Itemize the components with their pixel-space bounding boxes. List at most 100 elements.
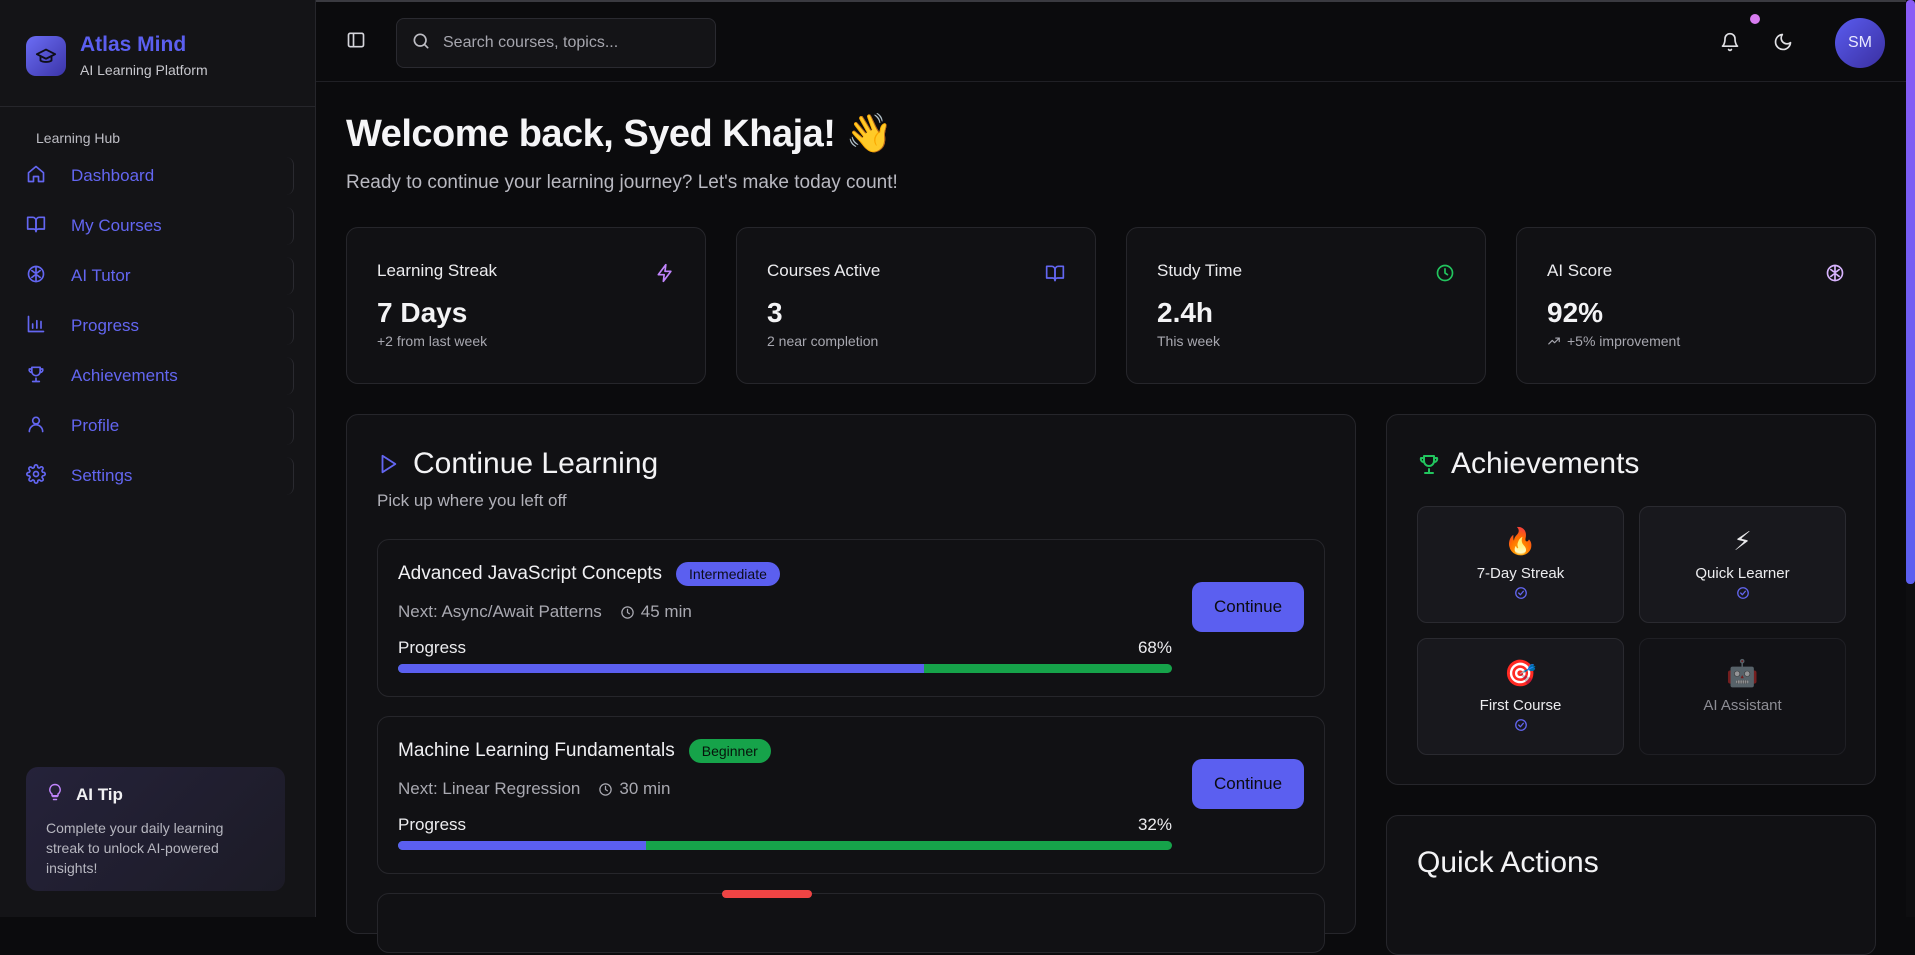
course-card[interactable]: Machine Learning Fundamentals Beginner N… bbox=[377, 716, 1325, 874]
scrollbar-thumb[interactable] bbox=[1906, 0, 1915, 584]
page-title: Welcome back, Syed Khaja! 👋 bbox=[346, 113, 893, 155]
avatar[interactable]: SM bbox=[1835, 18, 1885, 68]
sidebar-nav: Dashboard My Courses AI Tutor Progress A… bbox=[0, 155, 316, 505]
clock-icon bbox=[1435, 263, 1455, 288]
stat-card-learning-streak: Learning Streak 7 Days +2 from last week bbox=[346, 227, 706, 384]
check-circle-icon bbox=[1514, 586, 1528, 605]
graduation-cap-icon bbox=[26, 36, 66, 76]
stat-note-text: +5% improvement bbox=[1567, 333, 1681, 349]
continue-button[interactable]: Continue bbox=[1192, 759, 1304, 809]
course-next-lesson: Next: Linear Regression bbox=[398, 779, 581, 798]
trophy-icon bbox=[1417, 452, 1441, 476]
sidebar-item-achievements[interactable]: Achievements bbox=[0, 355, 316, 397]
sidebar-item-ai-tutor[interactable]: AI Tutor bbox=[0, 255, 316, 297]
stat-label: Learning Streak bbox=[377, 261, 498, 280]
continue-learning-subtitle: Pick up where you left off bbox=[377, 491, 567, 510]
achievement-label: Quick Learner bbox=[1695, 565, 1790, 582]
stat-note: +5% improvement bbox=[1547, 333, 1845, 349]
stat-label: Study Time bbox=[1157, 261, 1243, 280]
clock-icon bbox=[598, 782, 613, 797]
stat-note: This week bbox=[1157, 333, 1221, 349]
stat-note: +2 from last week bbox=[377, 333, 488, 349]
course-next-lesson: Next: Async/Await Patterns bbox=[398, 602, 602, 621]
stat-value: 2.4h bbox=[1157, 297, 1214, 328]
course-name: Advanced JavaScript Concepts bbox=[398, 563, 663, 584]
stat-label: AI Score bbox=[1547, 261, 1613, 280]
achievements-title: Achievements bbox=[1451, 447, 1640, 480]
stat-value: 92% bbox=[1547, 297, 1604, 328]
lightbulb-icon bbox=[46, 783, 76, 806]
achievement-label: First Course bbox=[1479, 697, 1562, 714]
stat-card-ai-score: AI Score 92% +5% improvement bbox=[1516, 227, 1876, 384]
achievement-first-course[interactable]: 🎯 First Course bbox=[1417, 638, 1624, 755]
course-duration: 45 min bbox=[640, 602, 692, 621]
quick-actions-title: Quick Actions bbox=[1417, 846, 1599, 879]
progress-label: Progress bbox=[398, 638, 467, 657]
sidebar-item-my-courses[interactable]: My Courses bbox=[0, 205, 316, 247]
brand-title: Atlas Mind bbox=[80, 33, 187, 56]
stat-value: 7 Days bbox=[377, 297, 468, 328]
ai-tip-body: Complete your daily learning streak to u… bbox=[46, 820, 224, 876]
achievement-label: AI Assistant bbox=[1703, 697, 1782, 714]
achievement-label: 7-Day Streak bbox=[1476, 565, 1565, 582]
sidebar-item-profile[interactable]: Profile bbox=[0, 405, 316, 447]
course-duration: 30 min bbox=[619, 779, 671, 798]
achievement-7-day-streak[interactable]: 🔥 7-Day Streak bbox=[1417, 506, 1624, 623]
progress-bar bbox=[398, 841, 1172, 850]
sidebar-toggle-icon[interactable] bbox=[346, 30, 366, 55]
brain-icon bbox=[1825, 263, 1845, 288]
level-badge: Intermediate bbox=[676, 562, 780, 586]
stat-card-courses-active: Courses Active 3 2 near completion bbox=[736, 227, 1096, 384]
page-subtitle: Ready to continue your learning journey?… bbox=[346, 172, 898, 193]
trending-up-icon bbox=[1547, 334, 1561, 348]
sidebar-divider bbox=[0, 106, 316, 107]
check-circle-icon bbox=[1736, 586, 1750, 605]
progress-bar-fill bbox=[398, 664, 925, 673]
quick-actions-panel: Quick Actions bbox=[1386, 815, 1876, 955]
check-circle-icon bbox=[1514, 718, 1528, 737]
stat-card-study-time: Study Time 2.4h This week bbox=[1126, 227, 1486, 384]
target-icon: 🎯 bbox=[1504, 658, 1537, 688]
stat-note: 2 near completion bbox=[767, 333, 879, 349]
progress-bar-fill bbox=[398, 841, 646, 850]
level-badge: Beginner bbox=[688, 739, 771, 763]
achievements-panel: Achievements 🔥 7-Day Streak ⚡ Quick Lear… bbox=[1386, 414, 1876, 785]
achievement-quick-learner[interactable]: ⚡ Quick Learner bbox=[1639, 506, 1846, 623]
progress-label: Progress bbox=[398, 815, 467, 834]
stat-value: 3 bbox=[767, 297, 783, 328]
ai-tip-title: AI Tip bbox=[76, 784, 123, 804]
sidebar-item-progress[interactable]: Progress bbox=[0, 305, 316, 347]
continue-learning-title: Continue Learning bbox=[413, 447, 659, 480]
notification-dot bbox=[1750, 14, 1760, 24]
search-input[interactable] bbox=[443, 34, 693, 52]
sidebar-section-label: Learning Hub bbox=[36, 130, 121, 146]
stat-label: Courses Active bbox=[767, 261, 881, 280]
zap-icon bbox=[655, 263, 675, 288]
play-icon bbox=[377, 453, 399, 475]
brand[interactable]: Atlas Mind AI Learning Platform bbox=[26, 34, 208, 78]
ai-tip-card: AI Tip Complete your daily learning stre… bbox=[26, 767, 285, 891]
sidebar-item-settings[interactable]: Settings bbox=[0, 455, 316, 497]
clock-icon bbox=[620, 605, 635, 620]
course-card[interactable] bbox=[377, 890, 1325, 953]
search-bar[interactable] bbox=[396, 18, 716, 68]
progress-percent: 32% bbox=[1137, 815, 1172, 834]
book-open-icon bbox=[1045, 263, 1065, 288]
sidebar-item-dashboard[interactable]: Dashboard bbox=[0, 155, 316, 197]
level-badge bbox=[722, 890, 812, 898]
course-card[interactable]: Advanced JavaScript Concepts Intermediat… bbox=[377, 539, 1325, 697]
course-name: Machine Learning Fundamentals bbox=[398, 740, 675, 761]
continue-learning-panel: Continue Learning Pick up where you left… bbox=[346, 414, 1356, 953]
bell-icon[interactable] bbox=[1720, 32, 1740, 57]
fire-icon: 🔥 bbox=[1504, 526, 1537, 556]
continue-button[interactable]: Continue bbox=[1192, 582, 1304, 632]
progress-percent: 68% bbox=[1137, 638, 1172, 657]
sidebar: Atlas Mind AI Learning Platform Learning… bbox=[0, 0, 316, 917]
moon-icon[interactable] bbox=[1773, 32, 1793, 57]
topbar: SM bbox=[316, 0, 1906, 82]
robot-icon: 🤖 bbox=[1726, 658, 1759, 688]
brand-subtitle: AI Learning Platform bbox=[80, 62, 208, 78]
lightning-icon: ⚡ bbox=[1733, 526, 1752, 556]
achievement-ai-assistant[interactable]: 🤖 AI Assistant bbox=[1639, 638, 1846, 755]
progress-bar bbox=[398, 664, 1172, 673]
